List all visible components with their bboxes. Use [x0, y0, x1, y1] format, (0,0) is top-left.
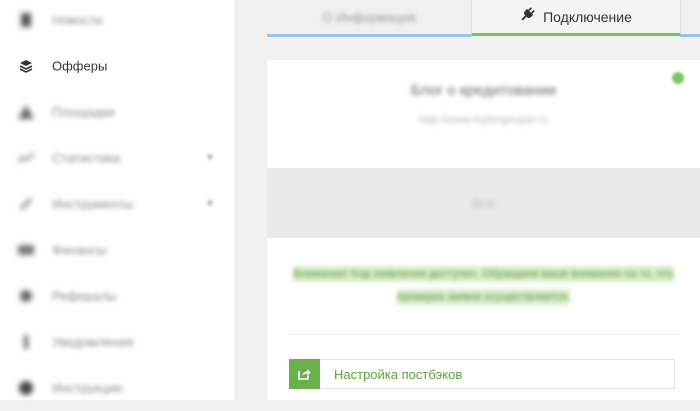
sites-icon — [18, 104, 34, 120]
sidebar-item-notifications[interactable]: Уведомления — [0, 319, 236, 365]
sidebar-item-offers[interactable]: Офферы — [0, 43, 236, 89]
sidebar-item-label: Статистика — [52, 150, 121, 166]
sidebar-item-finance[interactable]: Финансы — [0, 227, 236, 273]
tab-information[interactable]: О Информация — [267, 0, 471, 37]
help-icon — [18, 380, 34, 396]
sidebar-item-label: Офферы — [52, 58, 108, 74]
sidebar-item-stats[interactable]: Статистика ▼ — [0, 135, 236, 181]
selector-band: Все — [267, 168, 700, 238]
divider — [289, 334, 679, 335]
referrals-icon — [18, 288, 34, 304]
sidebar-item-label: Инструкции — [52, 380, 123, 396]
tab-connection-label: Подключение — [543, 8, 632, 25]
sidebar-item-label: Финансы — [52, 242, 107, 258]
tab-bar-underline — [680, 0, 700, 37]
money-icon — [18, 242, 34, 258]
postback-settings-button[interactable]: Настройка постбэков — [289, 358, 675, 389]
chart-icon — [18, 150, 34, 166]
layers-icon — [18, 58, 34, 74]
offer-url[interactable]: http://www.mylongsuper.ru — [267, 114, 700, 126]
external-link-icon — [289, 358, 320, 389]
chevron-down-icon: ▼ — [205, 198, 215, 210]
sidebar-item-tools[interactable]: Инструменты ▼ — [0, 181, 236, 227]
sidebar-item-label: Рефералы — [52, 288, 117, 304]
chevron-down-icon: ▼ — [205, 152, 215, 164]
main-content: О Информация Подключение Блог о кредитов… — [237, 0, 700, 400]
tab-connection[interactable]: Подключение — [471, 0, 681, 36]
sidebar-item-label: Площадки — [52, 104, 115, 120]
offer-card: Блог о кредитовании http://www.mylongsup… — [267, 60, 700, 168]
sidebar-item-news[interactable]: Новости — [0, 0, 236, 43]
sidebar: Новости Офферы Площадки Статистика ▼ Инс… — [0, 0, 236, 400]
sidebar-item-label: Уведомления — [52, 334, 134, 350]
connection-card: Внимание! Код заявления доступен. Обраща… — [267, 238, 700, 400]
tab-bar: О Информация Подключение — [267, 0, 700, 38]
sidebar-item-help[interactable]: Инструкции — [0, 365, 236, 411]
tab-information-label: О Информация — [322, 9, 416, 25]
plug-icon — [520, 6, 535, 27]
sidebar-item-label: Новости — [52, 12, 103, 28]
sidebar-item-sites[interactable]: Площадки — [0, 89, 236, 135]
notice-message: Внимание! Код заявления доступен. Обраща… — [277, 263, 690, 309]
tools-icon — [18, 196, 34, 212]
sidebar-item-label: Инструменты — [52, 196, 134, 212]
postback-settings-label: Настройка постбэков — [334, 366, 463, 382]
sidebar-item-referrals[interactable]: Рефералы — [0, 273, 236, 319]
newspaper-icon — [18, 12, 34, 28]
offer-title: Блог о кредитовании — [410, 82, 557, 99]
notice-text: Внимание! Код заявления доступен. Обраща… — [293, 266, 674, 305]
bell-icon — [18, 334, 34, 350]
band-text[interactable]: Все — [472, 196, 494, 211]
